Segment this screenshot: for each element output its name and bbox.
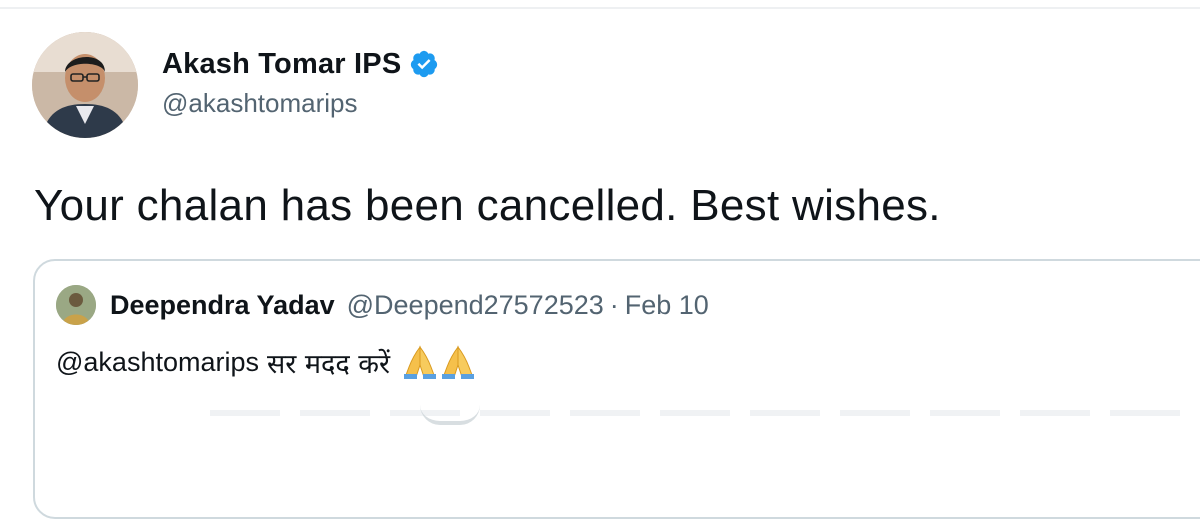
quoted-text-body: सर मदद करें — [267, 348, 391, 380]
quoted-author-avatar[interactable] — [56, 285, 96, 325]
author-handle[interactable]: @akashtomarips — [162, 88, 357, 119]
tweet-text: Your chalan has been cancelled. Best wis… — [34, 181, 941, 230]
top-divider — [0, 7, 1200, 9]
quoted-display-name[interactable]: Deependra Yadav — [110, 290, 335, 321]
author-avatar[interactable] — [32, 32, 138, 138]
quoted-mention-link[interactable]: @akashtomarips — [56, 347, 259, 378]
separator-dot: · — [609, 289, 619, 320]
quoted-tweet-header: Deependra Yadav @Deepend27572523 · Feb 1… — [56, 284, 709, 326]
folded-hands-icon — [402, 345, 476, 379]
verified-badge-icon — [409, 49, 439, 79]
author-display-name[interactable]: Akash Tomar IPS — [162, 48, 401, 81]
faded-image-preview — [210, 410, 1200, 416]
quoted-date[interactable]: Feb 10 — [625, 290, 709, 321]
author-name-row[interactable]: Akash Tomar IPS — [162, 44, 439, 84]
quoted-handle[interactable]: @Deepend27572523 — [347, 290, 604, 321]
quoted-tweet-text: @akashtomarips सर मदद करें — [56, 340, 476, 384]
